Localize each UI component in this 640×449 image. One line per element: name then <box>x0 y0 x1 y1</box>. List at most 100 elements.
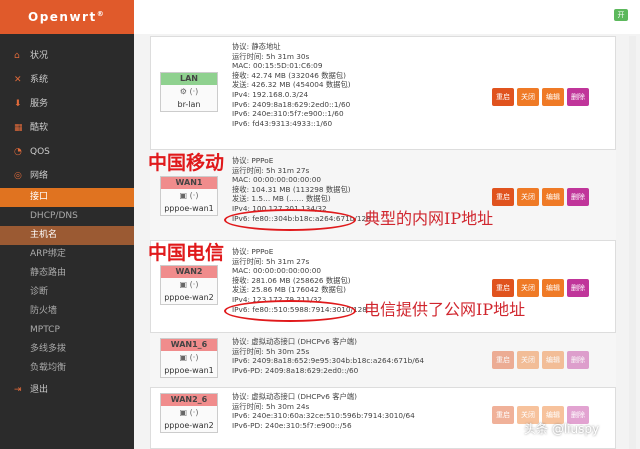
highlight-ellipse <box>224 300 356 322</box>
info-line: 发送: 426.32 MB (454004 数据包) <box>232 80 351 90</box>
subnav-firewall[interactable]: 防火墙 <box>0 302 134 321</box>
info-line: 发送: 25.86 MB (176042 数据包) <box>232 285 367 295</box>
status-badge: 开 <box>614 9 628 21</box>
calendar-icon: ▦ <box>14 116 24 140</box>
interface-name: LAN <box>161 73 217 85</box>
info-line: 协议: 静态地址 <box>232 42 351 52</box>
subnav-dhcp[interactable]: DHCP/DNS <box>0 207 134 226</box>
ethernet-icon: ▣ (·) <box>161 278 217 292</box>
action-buttons: 重启关闭编辑删除 <box>492 188 592 206</box>
restart-button[interactable]: 重启 <box>492 88 514 106</box>
nav-label: 退出 <box>30 385 48 395</box>
nav-item-services[interactable]: ⬇服务 <box>0 92 134 116</box>
info-line: 接收: 104.31 MB (113298 数据包) <box>232 185 371 195</box>
info-line: IPv6: 2409:8a18:652:9e95:304b:b18c:a264:… <box>232 356 424 366</box>
delete-button[interactable]: 删除 <box>567 188 589 206</box>
stop-button[interactable]: 关闭 <box>517 351 539 369</box>
annotation-mobile: 中国移动 <box>148 148 224 175</box>
bridge-icon: ⚙ (·) <box>161 85 217 99</box>
nav-item-network[interactable]: ◎ 网络 <box>0 164 134 188</box>
nav-label: QOS <box>30 147 50 157</box>
info-line: 协议: PPPoE <box>232 156 371 166</box>
stop-button[interactable]: 关闭 <box>517 188 539 206</box>
subnav-loadbalance[interactable]: 负载均衡 <box>0 359 134 378</box>
subnav-mptcp[interactable]: MPTCP <box>0 321 134 340</box>
info-line: MAC: 00:15:5D:01:C6:09 <box>232 61 351 71</box>
nav-label: 酷软 <box>30 123 48 133</box>
edit-button[interactable]: 编辑 <box>542 88 564 106</box>
interface-name: WAN2_6 <box>161 394 217 406</box>
edit-button[interactable]: 编辑 <box>542 279 564 297</box>
info-line: IPv6: 240e:310:5f7:e900::1/60 <box>232 109 351 119</box>
stop-button[interactable]: 关闭 <box>517 88 539 106</box>
delete-button[interactable]: 删除 <box>567 351 589 369</box>
delete-button[interactable]: 删除 <box>567 88 589 106</box>
info-line: IPv6-PD: 240e:310:5f7:e900::/56 <box>232 421 415 431</box>
info-line: 协议: 虚拟动态接口 (DHCPv6 客户端) <box>232 337 424 347</box>
info-line: 运行时间: 5h 31m 30s <box>232 52 351 62</box>
nav-label: 系统 <box>30 75 48 85</box>
nav-label: 服务 <box>30 99 48 109</box>
ethernet-icon: ▣ (·) <box>161 406 217 420</box>
subnav-hostnames[interactable]: 主机名 <box>0 226 134 245</box>
info-line: 接收: 42.74 MB (332046 数据包) <box>232 71 351 81</box>
app-title: Openwrt <box>28 10 97 24</box>
interface-card: LAN ⚙ (·) br-lan <box>160 72 218 112</box>
info-line: IPv6: fd43:9313:4933::1/60 <box>232 119 351 129</box>
stop-button[interactable]: 关闭 <box>517 279 539 297</box>
restart-button[interactable]: 重启 <box>492 406 514 424</box>
nav-label: 状况 <box>30 51 48 61</box>
nav-label: 网络 <box>30 171 48 181</box>
restart-button[interactable]: 重启 <box>492 279 514 297</box>
annotation-public-ip: 电信提供了公网IP地址 <box>364 296 525 320</box>
interface-card: WAN1 ▣ (·) pppoe-wan1 <box>160 176 218 216</box>
interface-info: 协议: 静态地址 运行时间: 5h 31m 30s MAC: 00:15:5D:… <box>232 42 351 128</box>
info-line: IPv6-PD: 2409:8a18:629:2ed0::/60 <box>232 366 424 376</box>
nav-item-qos[interactable]: ◔ QOS <box>0 140 134 164</box>
nav-item-status[interactable]: ⌂ 状况 <box>0 44 134 68</box>
nav-item-software[interactable]: ▦ 酷软 <box>0 116 134 140</box>
interface-name: WAN1 <box>161 177 217 189</box>
subnav-diagnostics[interactable]: 诊断 <box>0 283 134 302</box>
edit-button[interactable]: 编辑 <box>542 188 564 206</box>
restart-button[interactable]: 重启 <box>492 188 514 206</box>
annotation-private-ip: 典型的内网IP地址 <box>364 205 493 229</box>
interface-device: pppoe-wan1 <box>161 365 217 377</box>
info-line: MAC: 00:00:00:00:00:00 <box>232 266 367 276</box>
interface-device: pppoe-wan1 <box>161 203 217 215</box>
nav-item-system[interactable]: ✕ 系统 <box>0 68 134 92</box>
subnav-interfaces[interactable]: 接口 <box>0 188 134 207</box>
subnav-routes[interactable]: 静态路由 <box>0 264 134 283</box>
interface-name: WAN1_6 <box>161 339 217 351</box>
home-icon: ⌂ <box>14 44 24 68</box>
sidebar: Openwrt® ⌂状况 ✕系统 ⬇服务 ▦酷软 ◔QOS ◎网络 接口 DHC… <box>0 0 134 449</box>
interface-name: WAN2 <box>161 266 217 278</box>
delete-button[interactable]: 删除 <box>567 279 589 297</box>
interface-device: br-lan <box>161 99 217 111</box>
info-line: 发送: 1.5… MB (…… 数据包) <box>232 194 371 204</box>
nav-item-logout[interactable]: ⇥退出 <box>0 378 134 402</box>
info-line: MAC: 00:00:00:00:00:00 <box>232 175 371 185</box>
globe-icon: ◎ <box>14 164 24 188</box>
wrench-icon: ✕ <box>14 68 24 92</box>
restart-button[interactable]: 重启 <box>492 351 514 369</box>
ethernet-icon: ▣ (·) <box>161 351 217 365</box>
interface-card: WAN2 ▣ (·) pppoe-wan2 <box>160 265 218 305</box>
info-line: IPv6: 2409:8a18:629:2ed0::1/60 <box>232 100 351 110</box>
highlight-ellipse <box>224 209 356 231</box>
interface-device: pppoe-wan2 <box>161 420 217 432</box>
subnav-arp[interactable]: ARP绑定 <box>0 245 134 264</box>
info-line: 接收: 281.06 MB (258626 数据包) <box>232 276 367 286</box>
edit-button[interactable]: 编辑 <box>542 351 564 369</box>
action-buttons: 重启关闭编辑删除 <box>492 279 592 297</box>
interface-card: WAN1_6 ▣ (·) pppoe-wan1 <box>160 338 218 378</box>
subnav-multiwan[interactable]: 多线多拨 <box>0 340 134 359</box>
info-line: 运行时间: 5h 30m 25s <box>232 347 424 357</box>
action-buttons: 重启关闭编辑删除 <box>492 351 592 369</box>
interface-info: 协议: 虚拟动态接口 (DHCPv6 客户端) 运行时间: 5h 30m 25s… <box>232 337 424 375</box>
gauge-icon: ◔ <box>14 140 24 164</box>
scrollbar[interactable] <box>629 36 636 449</box>
info-line: 协议: PPPoE <box>232 247 367 257</box>
interface-device: pppoe-wan2 <box>161 292 217 304</box>
top-bar: 开 <box>134 0 640 34</box>
